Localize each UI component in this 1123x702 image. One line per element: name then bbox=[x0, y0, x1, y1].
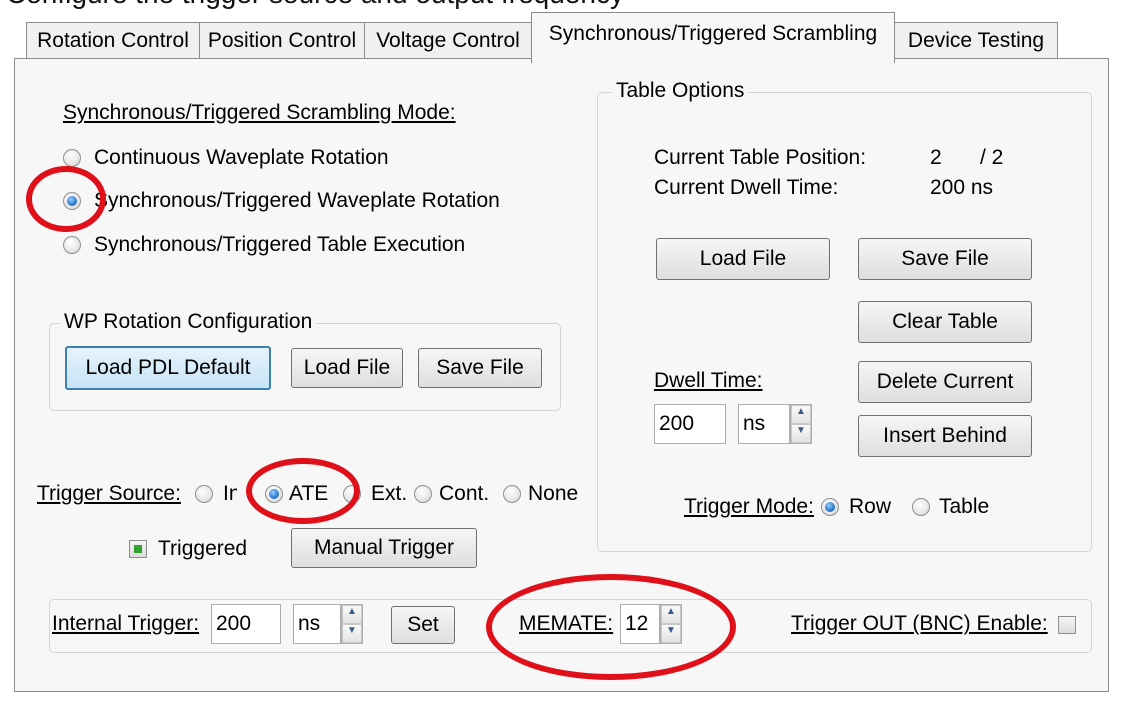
wp-rotation-config-legend: WP Rotation Configuration bbox=[60, 310, 317, 334]
trigger-source-cont-label[interactable]: Cont. bbox=[439, 482, 489, 506]
trigger-source-none-label[interactable]: None bbox=[528, 482, 578, 506]
trigger-source-label: Trigger Source: bbox=[37, 482, 181, 505]
trigger-source-ate-label[interactable]: ATE bbox=[289, 482, 328, 506]
trigger-mode-row-label[interactable]: Row bbox=[849, 495, 891, 519]
trigger-source-ate-radio[interactable] bbox=[265, 485, 283, 503]
wp-save-file-button[interactable]: Save File bbox=[418, 348, 542, 388]
radio-sync-table-execution[interactable] bbox=[63, 236, 81, 254]
trigger-mode-row-radio[interactable] bbox=[821, 498, 839, 516]
dwell-unit-field[interactable]: ns bbox=[738, 404, 790, 444]
memate-input[interactable]: 12 bbox=[620, 604, 660, 644]
spin-down-icon[interactable]: ▼ bbox=[791, 424, 811, 443]
tab-device-testing[interactable]: Device Testing bbox=[894, 22, 1058, 59]
tab-position-control[interactable]: Position Control bbox=[199, 22, 365, 59]
tab-synchronous-triggered-scrambling[interactable]: Synchronous/Triggered Scrambling bbox=[531, 12, 895, 63]
dwell-time-label: Dwell Time: bbox=[654, 369, 763, 392]
dwell-time-spinner[interactable]: ▲ ▼ bbox=[790, 404, 812, 444]
trigger-mode-label: Trigger Mode: bbox=[684, 495, 814, 518]
tab-rotation-control[interactable]: Rotation Control bbox=[26, 22, 200, 59]
wp-rotation-config-group: WP Rotation Configuration Load PDL Defau… bbox=[49, 310, 561, 411]
trigger-source-ext-radio[interactable] bbox=[343, 485, 361, 503]
memate-label: MEMATE: bbox=[519, 612, 614, 635]
radio-sync-waveplate-rotation-label[interactable]: Synchronous/Triggered Waveplate Rotation bbox=[94, 189, 500, 213]
manual-trigger-button[interactable]: Manual Trigger bbox=[291, 528, 477, 568]
bottom-bar-group: Internal Trigger: 200 ns ▲ ▼ Set MEMATE:… bbox=[49, 599, 1092, 653]
current-dwell-time-value: 200 ns bbox=[930, 176, 994, 199]
tab-voltage-control[interactable]: Voltage Control bbox=[364, 22, 532, 59]
tab-strip: Rotation Control Position Control Voltag… bbox=[0, 0, 1123, 63]
current-dwell-time-label: Current Dwell Time: bbox=[654, 176, 839, 199]
load-pdl-default-button[interactable]: Load PDL Default bbox=[65, 346, 271, 390]
memate-spinner[interactable]: ▲ ▼ bbox=[660, 604, 682, 644]
internal-trigger-spinner[interactable]: ▲ ▼ bbox=[341, 604, 363, 644]
internal-trigger-unit-field[interactable]: ns bbox=[293, 604, 341, 644]
spin-up-icon[interactable]: ▲ bbox=[661, 605, 681, 624]
table-load-file-button[interactable]: Load File bbox=[656, 238, 830, 280]
current-table-position-label: Current Table Position: bbox=[654, 146, 867, 169]
table-options-legend: Table Options bbox=[612, 79, 749, 103]
trigger-out-checkbox[interactable] bbox=[1058, 616, 1076, 634]
trigger-source-cont-radio[interactable] bbox=[414, 485, 432, 503]
spin-up-icon[interactable]: ▲ bbox=[791, 405, 811, 424]
radio-continuous-rotation[interactable] bbox=[63, 149, 81, 167]
trigger-source-none-radio[interactable] bbox=[503, 485, 521, 503]
trigger-mode-table-label[interactable]: Table bbox=[939, 495, 989, 519]
spin-up-icon[interactable]: ▲ bbox=[342, 605, 362, 624]
triggered-label: Triggered bbox=[158, 537, 248, 560]
spin-down-icon[interactable]: ▼ bbox=[342, 624, 362, 643]
radio-sync-waveplate-rotation[interactable] bbox=[63, 192, 81, 210]
delete-current-button[interactable]: Delete Current bbox=[858, 361, 1032, 403]
current-table-position-value: 2 bbox=[930, 146, 942, 169]
table-options-group: Table Options Current Table Position: 2 … bbox=[597, 79, 1092, 552]
tab-panel: Synchronous/Triggered Scrambling Mode: C… bbox=[14, 58, 1109, 692]
dwell-time-input[interactable]: 200 bbox=[654, 404, 726, 444]
trigger-mode-table-radio[interactable] bbox=[912, 498, 930, 516]
triggered-checkbox bbox=[129, 540, 147, 558]
insert-behind-button[interactable]: Insert Behind bbox=[858, 415, 1032, 457]
internal-trigger-label: Internal Trigger: bbox=[52, 612, 200, 635]
scrambling-mode-heading: Synchronous/Triggered Scrambling Mode: bbox=[63, 101, 456, 124]
trigger-source-int-radio[interactable] bbox=[195, 485, 213, 503]
current-table-position-total: / 2 bbox=[980, 146, 1004, 169]
radio-continuous-rotation-label[interactable]: Continuous Waveplate Rotation bbox=[94, 146, 389, 170]
spin-down-icon[interactable]: ▼ bbox=[661, 624, 681, 643]
set-button[interactable]: Set bbox=[391, 606, 455, 644]
trigger-source-ext-label[interactable]: Ext. bbox=[371, 482, 407, 506]
trigger-out-label: Trigger OUT (BNC) Enable: bbox=[791, 612, 1048, 635]
trigger-source-int-label[interactable]: Int. bbox=[223, 482, 237, 506]
table-save-file-button[interactable]: Save File bbox=[858, 238, 1032, 280]
wp-load-file-button[interactable]: Load File bbox=[291, 348, 403, 388]
radio-sync-table-execution-label[interactable]: Synchronous/Triggered Table Execution bbox=[94, 233, 465, 257]
internal-trigger-input[interactable]: 200 bbox=[211, 604, 281, 644]
clear-table-button[interactable]: Clear Table bbox=[858, 301, 1032, 343]
